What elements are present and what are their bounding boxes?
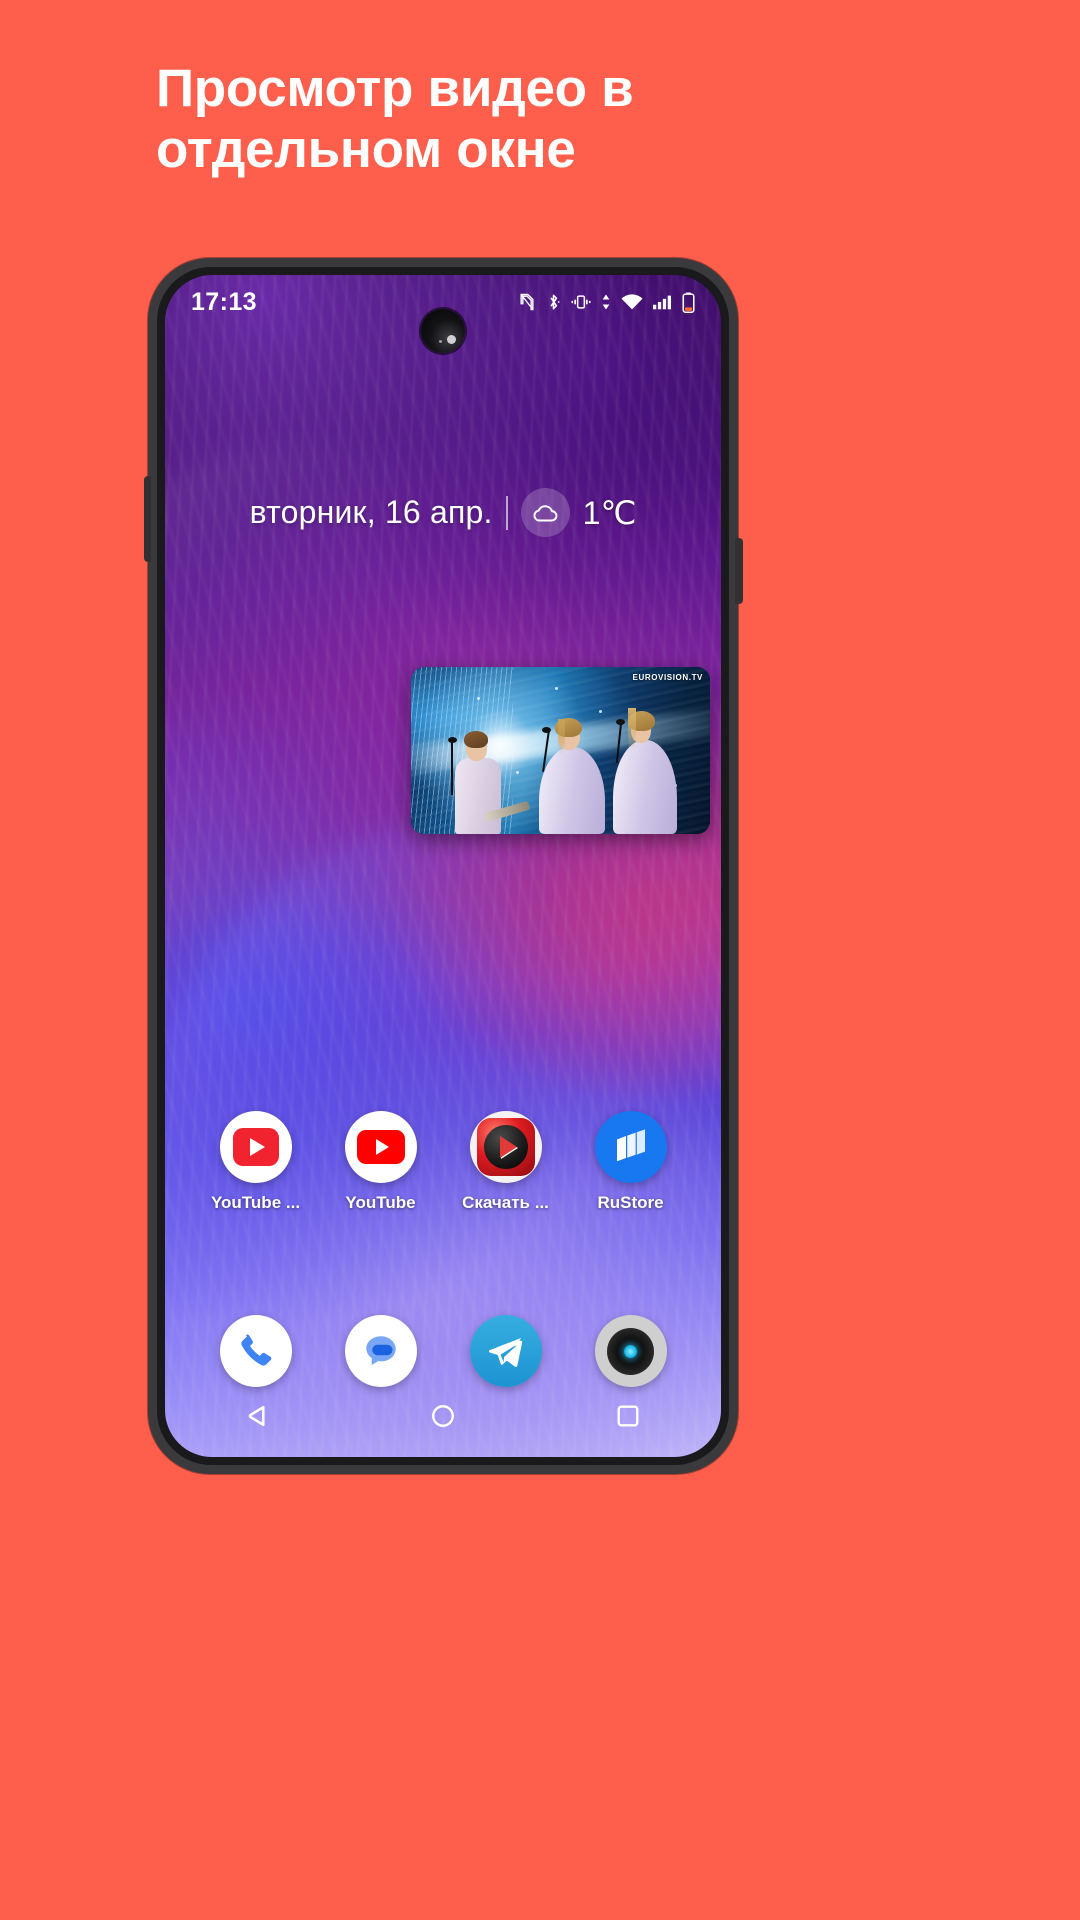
front-camera-punchhole — [421, 309, 465, 353]
pip-performer-guitarist — [447, 704, 531, 834]
youtube-icon[interactable] — [344, 1111, 417, 1183]
nav-recents-button[interactable] — [593, 1396, 663, 1436]
power-button[interactable] — [735, 538, 743, 604]
rustore-icon[interactable] — [594, 1111, 667, 1183]
dock-telegram[interactable] — [443, 1315, 568, 1387]
widget-temperature: 1℃ — [582, 494, 637, 531]
dock — [165, 1315, 721, 1387]
widget-date-label: вторник, 16 апр. — [249, 494, 493, 530]
phone-frame: 17:13 вторник, 16 апр. 1℃ EUROVISION.TV … — [144, 258, 743, 1474]
navigation-bar — [165, 1389, 721, 1443]
wallpaper — [165, 275, 721, 1457]
dock-camera[interactable] — [568, 1315, 693, 1387]
status-clock: 17:13 — [191, 287, 257, 316]
widget-divider — [505, 495, 508, 530]
status-icons — [517, 292, 695, 313]
dock-messages[interactable] — [318, 1315, 443, 1387]
pip-sparkle — [554, 687, 558, 691]
wifi-icon — [621, 294, 643, 310]
phone-bezel: 17:13 вторник, 16 апр. 1℃ EUROVISION.TV … — [157, 267, 729, 1465]
wallpaper-streaks-2 — [165, 275, 721, 1457]
youtube-icon[interactable] — [219, 1111, 292, 1183]
pip-sparkle — [476, 697, 480, 701]
bluetooth-icon — [550, 294, 560, 310]
app-youtube-premium[interactable]: YouTube ... — [193, 1111, 318, 1213]
battery-low-icon — [682, 292, 695, 313]
cellular-signal-icon — [653, 295, 671, 310]
pip-watermark: EUROVISION.TV — [632, 673, 703, 682]
home-circle-icon — [432, 1405, 454, 1427]
weather-badge — [520, 488, 570, 537]
recents-square-icon — [617, 1405, 639, 1427]
app-label: Скачать ... — [462, 1193, 549, 1212]
pip-performer-singer-1 — [537, 694, 609, 834]
app-grid: YouTube ... YouTube Скачать ... RuStore — [165, 1111, 721, 1213]
telegram-icon[interactable] — [469, 1315, 542, 1387]
messages-icon[interactable] — [344, 1315, 417, 1387]
nav-back-button[interactable] — [223, 1396, 293, 1436]
video-downloader-icon[interactable] — [469, 1111, 542, 1183]
cloud-icon — [533, 504, 558, 521]
app-label: YouTube ... — [210, 1193, 301, 1212]
dock-phone[interactable] — [193, 1315, 318, 1387]
back-triangle-icon — [248, 1405, 265, 1427]
phone-screen: 17:13 вторник, 16 апр. 1℃ EUROVISION.TV … — [165, 275, 721, 1457]
app-youtube[interactable]: YouTube — [318, 1111, 443, 1213]
pip-performer-singer-2 — [608, 687, 680, 834]
pip-video-window[interactable]: EUROVISION.TV — [411, 667, 710, 834]
app-downloader[interactable]: Скачать ... — [443, 1111, 568, 1213]
vibrate-icon — [571, 295, 591, 309]
nfc-icon — [520, 293, 534, 311]
app-rustore[interactable]: RuStore — [568, 1111, 693, 1213]
camera-icon[interactable] — [594, 1315, 667, 1387]
app-label: RuStore — [597, 1193, 664, 1212]
phone-icon[interactable] — [219, 1315, 292, 1387]
app-label: YouTube — [345, 1193, 416, 1212]
date-weather-widget[interactable]: вторник, 16 апр. 1℃ — [165, 488, 721, 537]
data-transfer-icon — [602, 294, 610, 310]
volume-button[interactable] — [144, 476, 151, 562]
nav-home-button[interactable] — [408, 1396, 478, 1436]
page-title: Просмотр видео в отдельном окне — [156, 59, 634, 180]
